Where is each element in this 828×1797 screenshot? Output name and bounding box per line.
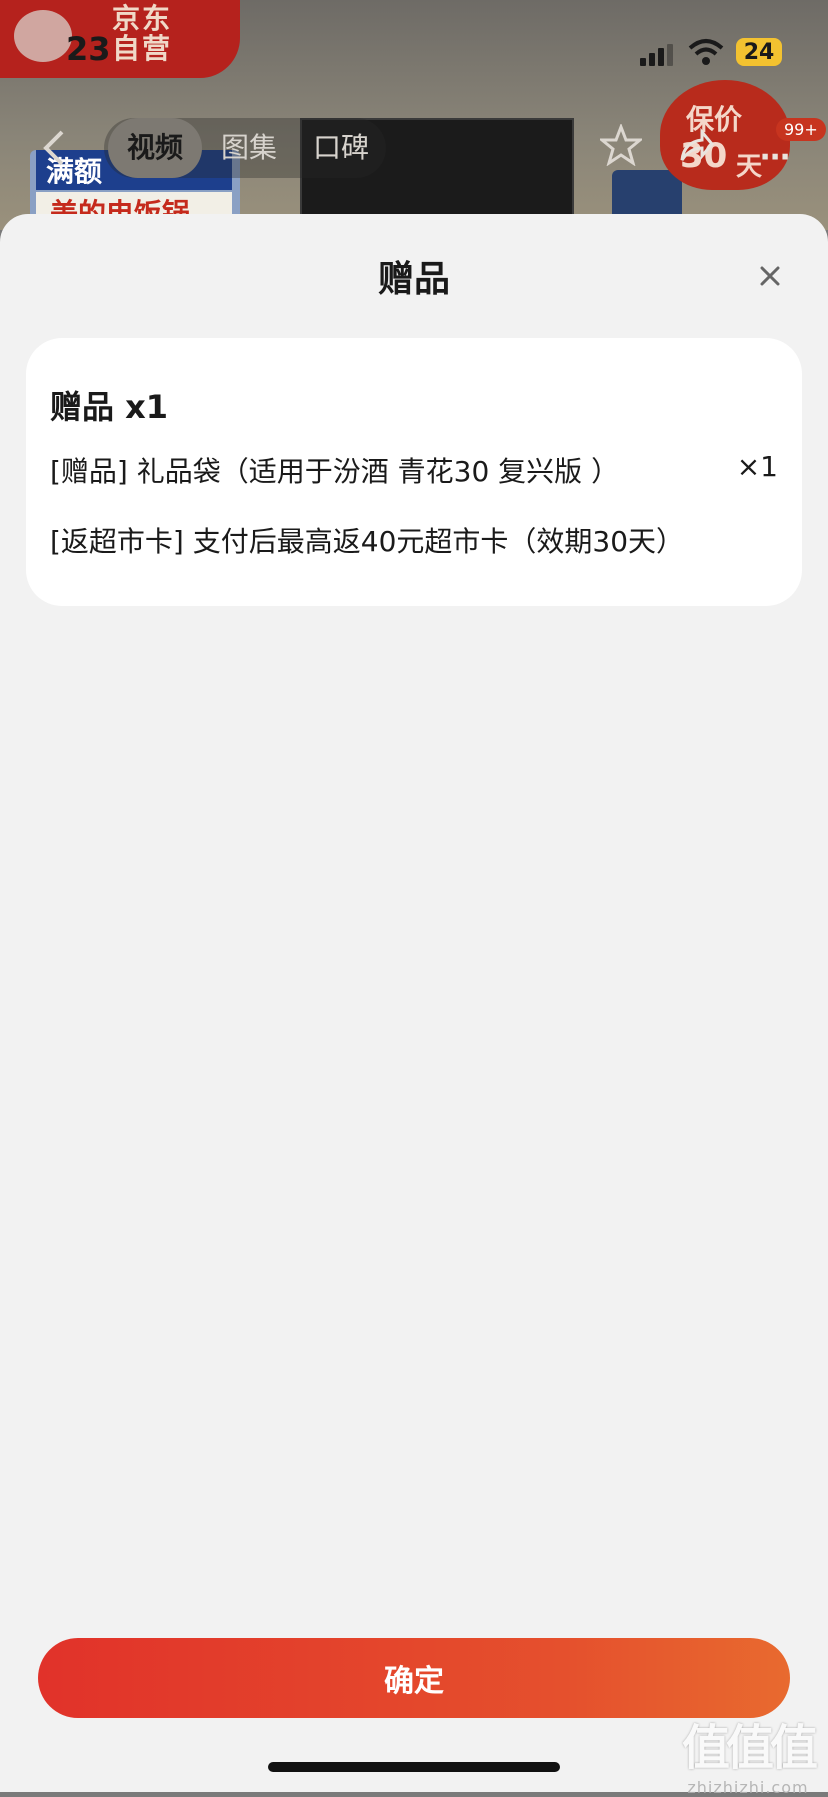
gift-bottom-sheet: 赠品 赠品 x1 [赠品] 礼品袋（适用于汾酒 青花30 复兴版 ） ×1 [返… — [0, 214, 828, 1792]
tab-reviews[interactable]: 口碑 — [296, 118, 386, 178]
gift-item-quantity: ×1 — [736, 450, 778, 483]
battery-icon: 24 — [736, 38, 782, 66]
guarantee-unit: 天 — [736, 152, 763, 182]
site-watermark: 值值值 zhizhizhi.com — [678, 1708, 818, 1797]
jd-badge-text: 京东 自营 — [112, 2, 173, 65]
gift-card-heading: 赠品 x1 — [50, 388, 169, 426]
jd-logo-icon — [14, 10, 72, 62]
signal-icon — [640, 42, 673, 66]
status-time: 23 — [66, 30, 111, 68]
watermark-logo-text: 值值值 — [681, 1720, 818, 1776]
gift-item-text: [返超市卡] 支付后最高返40元超市卡（效期30天） — [50, 525, 685, 558]
favorite-star-icon[interactable] — [600, 124, 642, 166]
share-icon[interactable] — [676, 126, 716, 166]
confirm-button[interactable]: 确定 — [38, 1638, 790, 1718]
home-indicator — [268, 1762, 560, 1772]
watermark-url: zhizhizhi.com — [687, 1778, 809, 1797]
gift-card: 赠品 x1 [赠品] 礼品袋（适用于汾酒 青花30 复兴版 ） ×1 [返超市卡… — [26, 338, 802, 606]
tab-video[interactable]: 视频 — [108, 118, 202, 178]
sheet-title: 赠品 — [377, 259, 450, 300]
tab-gallery[interactable]: 图集 — [204, 118, 294, 178]
wifi-icon — [688, 39, 724, 65]
gift-item-text: [赠品] 礼品袋（适用于汾酒 青花30 复兴版 ） — [50, 455, 620, 488]
gift-item: [返超市卡] 支付后最高返40元超市卡（效期30天） — [50, 520, 778, 560]
gift-item: [赠品] 礼品袋（适用于汾酒 青花30 复兴版 ） ×1 — [50, 450, 778, 490]
back-icon[interactable] — [38, 128, 68, 168]
notification-badge: 99+ — [776, 118, 826, 141]
close-icon[interactable] — [752, 258, 788, 294]
jd-self-operated-badge: 京东 自营 — [0, 0, 240, 78]
more-icon[interactable]: ⋯ — [760, 140, 790, 175]
background-product-page: 满额 美的电饭锅 京东 自营 23 24 视频 图集 口碑 保价 30 天 ⋯ … — [0, 0, 828, 230]
media-tabs: 视频 图集 口碑 — [104, 118, 386, 178]
